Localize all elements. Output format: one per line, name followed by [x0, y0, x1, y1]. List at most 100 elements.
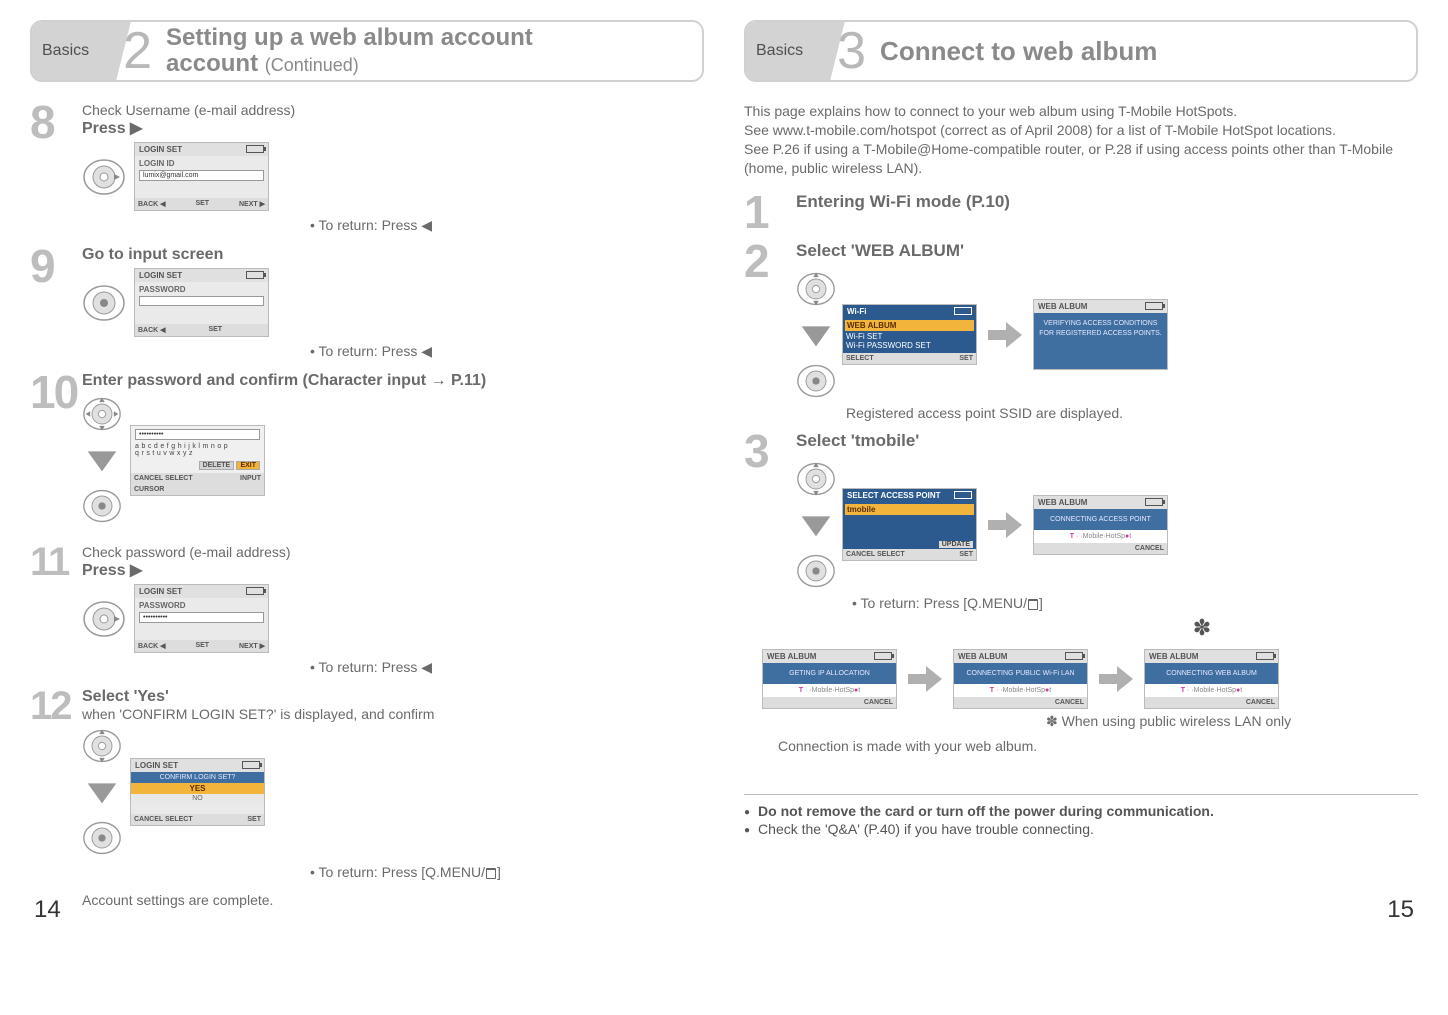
- step-12: 12 Select 'Yes' when 'CONFIRM LOGIN SET?…: [30, 688, 704, 858]
- step-title: Enter password and confirm (Character in…: [82, 372, 704, 390]
- status-message: VERIFYING ACCESS CONDITIONS FOR REGISTER…: [1034, 313, 1167, 369]
- mini-next: NEXT ▶: [239, 200, 265, 208]
- dpad-stack: [82, 726, 122, 858]
- header-title-text: Setting up a web album account: [166, 24, 533, 51]
- mini-set: SET: [195, 200, 209, 208]
- battery-icon: [246, 271, 264, 279]
- dpad-stack: [796, 459, 836, 591]
- connection-note: Connection is made with your web album.: [778, 738, 1418, 754]
- header-right: Basics 3 Connect to web album: [744, 20, 1418, 82]
- mini-hd: Wi-Fi: [847, 307, 866, 316]
- step-title: Entering Wi-Fi mode (P.10): [796, 192, 1418, 212]
- dpad-icon: [82, 155, 126, 199]
- step-num: 9: [30, 246, 82, 287]
- yes-option: YES: [131, 783, 264, 794]
- battery-icon: [1256, 652, 1274, 660]
- header-left: Basics 2 Setting up a web album account …: [30, 20, 704, 82]
- mini-cancel: CANCEL: [134, 475, 163, 482]
- mini-hd: LOGIN SET: [139, 587, 182, 596]
- mini-cancel: CANCEL: [864, 699, 893, 706]
- mini-hd: WEB ALBUM: [767, 652, 816, 661]
- screen-r3e: WEB ALBUM CONNECTING WEB ALBUM T · ·Mobi…: [1144, 649, 1279, 709]
- mini-back: BACK ◀: [138, 326, 166, 334]
- battery-icon: [954, 307, 972, 315]
- screen-r3c: WEB ALBUM GETING IP ALLOCATION T · ·Mobi…: [762, 649, 897, 709]
- step-desc: Check Username (e-mail address): [82, 102, 704, 118]
- hotspot-logo: T · ·Mobile·HotSp●t: [954, 684, 1087, 697]
- bullet-text2: ]: [497, 864, 501, 880]
- bullet-step9: • To return: Press ◀: [310, 343, 704, 360]
- step-num: 2: [744, 241, 796, 282]
- mini-hd: WEB ALBUM: [1038, 498, 1087, 507]
- step-title: Select 'Yes': [82, 688, 704, 706]
- step-title: Select 'WEB ALBUM': [796, 241, 1418, 261]
- page-left: Basics 2 Setting up a web album account …: [30, 20, 704, 922]
- mini-cancel: CANCEL: [1246, 699, 1275, 706]
- dpad-stack: [82, 394, 122, 526]
- battery-icon: [242, 761, 260, 769]
- header-title-right: Connect to web album: [880, 37, 1157, 66]
- warning-text: Check the 'Q&A' (P.40) if you have troub…: [758, 821, 1094, 837]
- char-row: a b c d e f g h i j k l m n o p: [135, 443, 260, 450]
- delete-button: DELETE: [199, 461, 235, 470]
- down-arrow-icon: [82, 440, 122, 480]
- trash-icon: [486, 868, 496, 879]
- screen-r3a: SELECT ACCESS POINT tmobile UPDATE CANCE…: [842, 488, 977, 561]
- screen-step10: •••••••••• a b c d e f g h i j k l m n o…: [130, 425, 265, 496]
- mini-input: lumix@gmail.com: [139, 170, 264, 181]
- hotspot-logo: T · ·Mobile·HotSp●t: [1034, 530, 1167, 543]
- step-num: 8: [30, 102, 82, 143]
- mini-hd: WEB ALBUM: [958, 652, 1007, 661]
- intro-line: This page explains how to connect to you…: [744, 102, 1418, 121]
- mini-next: NEXT ▶: [239, 642, 265, 650]
- char-row: q r s t u v w x y z: [135, 450, 260, 457]
- mini-select: SELECT: [877, 551, 905, 558]
- mini-hd: SELECT ACCESS POINT: [847, 491, 941, 500]
- mini-back: BACK ◀: [138, 642, 166, 650]
- bullet-step12: • To return: Press [Q.MENU/]: [310, 864, 704, 880]
- mini-set: SET: [195, 642, 209, 650]
- mini-set: SET: [208, 326, 222, 334]
- screen-r3b: WEB ALBUM CONNECTING ACCESS POINT T · ·M…: [1033, 495, 1168, 555]
- header-basics-left: Basics: [32, 22, 105, 80]
- screen-step11: LOGIN SET PASSWORD •••••••••• BACK ◀SETN…: [134, 584, 269, 653]
- step-num: 10: [30, 372, 82, 413]
- step-num: 3: [744, 431, 796, 472]
- screen-r3d: WEB ALBUM CONNECTING PUBLIC Wi-Fi LAN T …: [953, 649, 1088, 709]
- mini-hd: LOGIN SET: [135, 761, 178, 770]
- step-sub: when 'CONFIRM LOGIN SET?' is displayed, …: [82, 706, 704, 722]
- menu-item-selected: WEB ALBUM: [845, 320, 974, 331]
- step-9: 9 Go to input screen LOGIN SET PASSWORD …: [30, 246, 704, 337]
- mini-hd: LOGIN SET: [139, 271, 182, 280]
- page-number-right: 15: [1387, 896, 1414, 924]
- status-message: GETING IP ALLOCATION: [763, 663, 896, 684]
- arrow-right-icon: [983, 508, 1027, 542]
- header-title-text2: account: [166, 50, 265, 77]
- mini-cursor: CURSOR: [134, 486, 164, 493]
- screen-r2a: Wi-Fi WEB ALBUM Wi-Fi SET Wi-Fi PASSWORD…: [842, 304, 977, 365]
- intro-text: This page explains how to connect to you…: [744, 102, 1418, 178]
- mini-select: SELECT: [165, 816, 193, 823]
- mini-select: SELECT: [165, 475, 193, 482]
- screen-step12: LOGIN SET CONFIRM LOGIN SET? YES NO CANC…: [130, 758, 265, 826]
- star-icon: ✽: [1193, 615, 1211, 640]
- bullet-text2: ]: [1039, 595, 1043, 611]
- star-note: ✽ When using public wireless LAN only: [1046, 713, 1418, 730]
- mini-set: SET: [959, 551, 973, 558]
- down-arrow-icon: [796, 315, 836, 355]
- step-title: Press ▶: [82, 560, 704, 580]
- r2-caption: Registered access point SSID are display…: [846, 405, 1418, 421]
- mini-back: BACK ◀: [138, 200, 166, 208]
- step-num: 1: [744, 192, 796, 233]
- hotspot-logo: T · ·Mobile·HotSp●t: [763, 684, 896, 697]
- menu-item: Wi-Fi SET: [846, 332, 973, 341]
- header-cont: (Continued): [265, 55, 359, 75]
- mini-hd: LOGIN SET: [139, 145, 182, 154]
- step12-after: Account settings are complete.: [82, 892, 704, 908]
- mini-input: ••••••••••: [135, 429, 260, 440]
- bullet-text: • To return: Press [Q.MENU/: [310, 864, 485, 880]
- screen-r2b: WEB ALBUM VERIFYING ACCESS CONDITIONS FO…: [1033, 299, 1168, 370]
- down-arrow-icon: [796, 505, 836, 545]
- mini-label: LOGIN ID: [139, 159, 264, 168]
- dpad-stack: [796, 269, 836, 401]
